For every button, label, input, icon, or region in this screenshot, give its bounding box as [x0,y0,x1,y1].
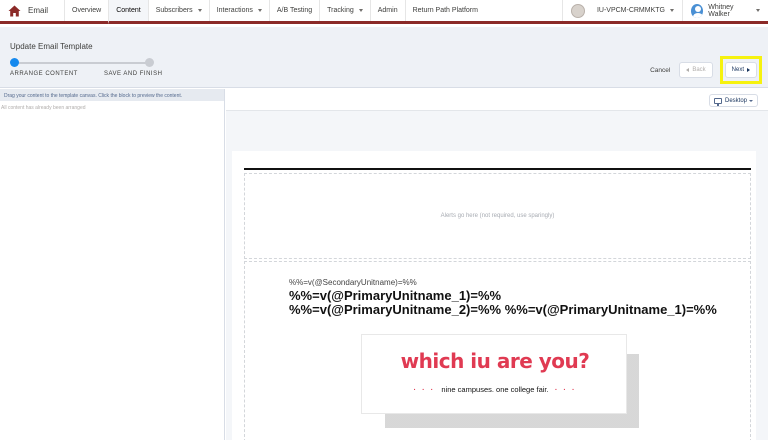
banner-headline: which iu are you? [400,349,590,373]
nav-return-path-label: Return Path Platform [412,7,478,14]
banner-subtitle-row: · · · nine campuses. one college fair. ·… [362,385,628,394]
chevron-down-icon [257,9,262,12]
nav-interactions-label: Interactions [216,7,253,14]
nav-tracking-label: Tracking [327,7,354,14]
alerts-drop-zone[interactable]: Alerts go here (not required, use sparin… [244,173,751,259]
monitor-icon [714,97,722,106]
business-unit-name: IU-VPCM-CRMMKTG [596,7,665,14]
alerts-placeholder: Alerts go here (not required, use sparin… [440,213,555,219]
arrow-right-icon [747,68,750,72]
step-marker-save-and-finish[interactable] [145,58,154,67]
content-sidebar: Drag your content to the template canvas… [0,89,225,440]
nav-admin[interactable]: Admin [369,0,405,21]
home-icon[interactable] [8,5,21,17]
secondary-unit-name: %%=v(@SecondaryUnitname)=%% [289,278,417,287]
template-top-rule [244,168,751,170]
device-preview-label: Desktop [725,97,748,104]
sidebar-hint: Drag your content to the template canvas… [0,89,224,101]
next-button-highlight: Next [719,56,762,84]
email-template: Alerts go here (not required, use sparin… [232,151,756,440]
nav-ab-testing-label: A/B Testing [276,7,313,14]
primary-unit-name-2: %%=v(@PrimaryUnitname_2)=%% %%=v(@Primar… [289,302,717,317]
business-unit-avatar [570,3,585,18]
nav-admin-label: Admin [377,7,398,14]
user-menu[interactable]: Whitney Walker [682,0,768,21]
business-unit-selector[interactable]: IU-VPCM-CRMMKTG [561,0,682,21]
nav-subscribers-label: Subscribers [155,7,193,14]
user-name: Whitney Walker [708,3,734,18]
back-button[interactable]: Back [679,62,713,78]
chevron-down-icon [749,99,753,102]
nav-interactions[interactable]: Interactions [208,0,269,21]
top-navigation: Email Overview Content Subscribers Inter… [0,0,768,24]
template-canvas: Desktop Alerts go here (not required, us… [226,89,768,440]
chevron-down-icon [670,9,674,12]
primary-unit-name-1: %%=v(@PrimaryUnitname_1)=%% [289,288,502,303]
chevron-down-icon [756,9,760,12]
nav-overview[interactable]: Overview [64,0,108,21]
page-title: Update Email Template [10,42,93,51]
user-avatar-icon [691,3,704,18]
page-header: Update Email Template ARRANGE CONTENT SA… [0,27,768,88]
step-label-save-and-finish: SAVE AND FINISH [104,71,163,77]
nav-content[interactable]: Content [108,0,148,24]
step-label-arrange-content: ARRANGE CONTENT [10,71,78,77]
nav-content-label: Content [116,7,141,14]
canvas-toolbar: Desktop [226,89,768,111]
next-button[interactable]: Next [724,62,757,78]
wizard-progress: ARRANGE CONTENT SAVE AND FINISH [10,58,170,80]
banner-dots-right: · · · [554,385,577,394]
back-button-label: Back [692,67,706,73]
next-button-label: Next [731,67,744,73]
nav-subscribers[interactable]: Subscribers [147,0,209,21]
sidebar-empty-message: All content has already been arranged [1,105,86,111]
progress-track [14,62,150,64]
arrow-left-icon [686,68,690,72]
chevron-down-icon [358,9,363,12]
header-actions: Cancel Back Next [650,56,762,84]
step-marker-arrange-content[interactable] [10,58,19,67]
device-preview-select[interactable]: Desktop [709,94,758,107]
nav-tracking[interactable]: Tracking [319,0,370,21]
app-name[interactable]: Email [28,6,48,15]
banner-dots-left: · · · [413,385,436,394]
nav-overview-label: Overview [72,7,102,14]
chevron-down-icon [197,9,202,12]
nav-return-path[interactable]: Return Path Platform [404,0,485,21]
college-fair-banner[interactable]: which iu are you? · · · nine campuses. o… [361,334,627,414]
cancel-button[interactable]: Cancel [650,67,670,74]
nav-ab-testing[interactable]: A/B Testing [268,0,319,21]
content-drop-zone[interactable]: %%=v(@SecondaryUnitname)=%% %%=v(@Primar… [244,261,751,440]
banner-subtitle: nine campuses. one college fair. [441,385,549,394]
app-switcher[interactable]: Email [0,0,64,21]
